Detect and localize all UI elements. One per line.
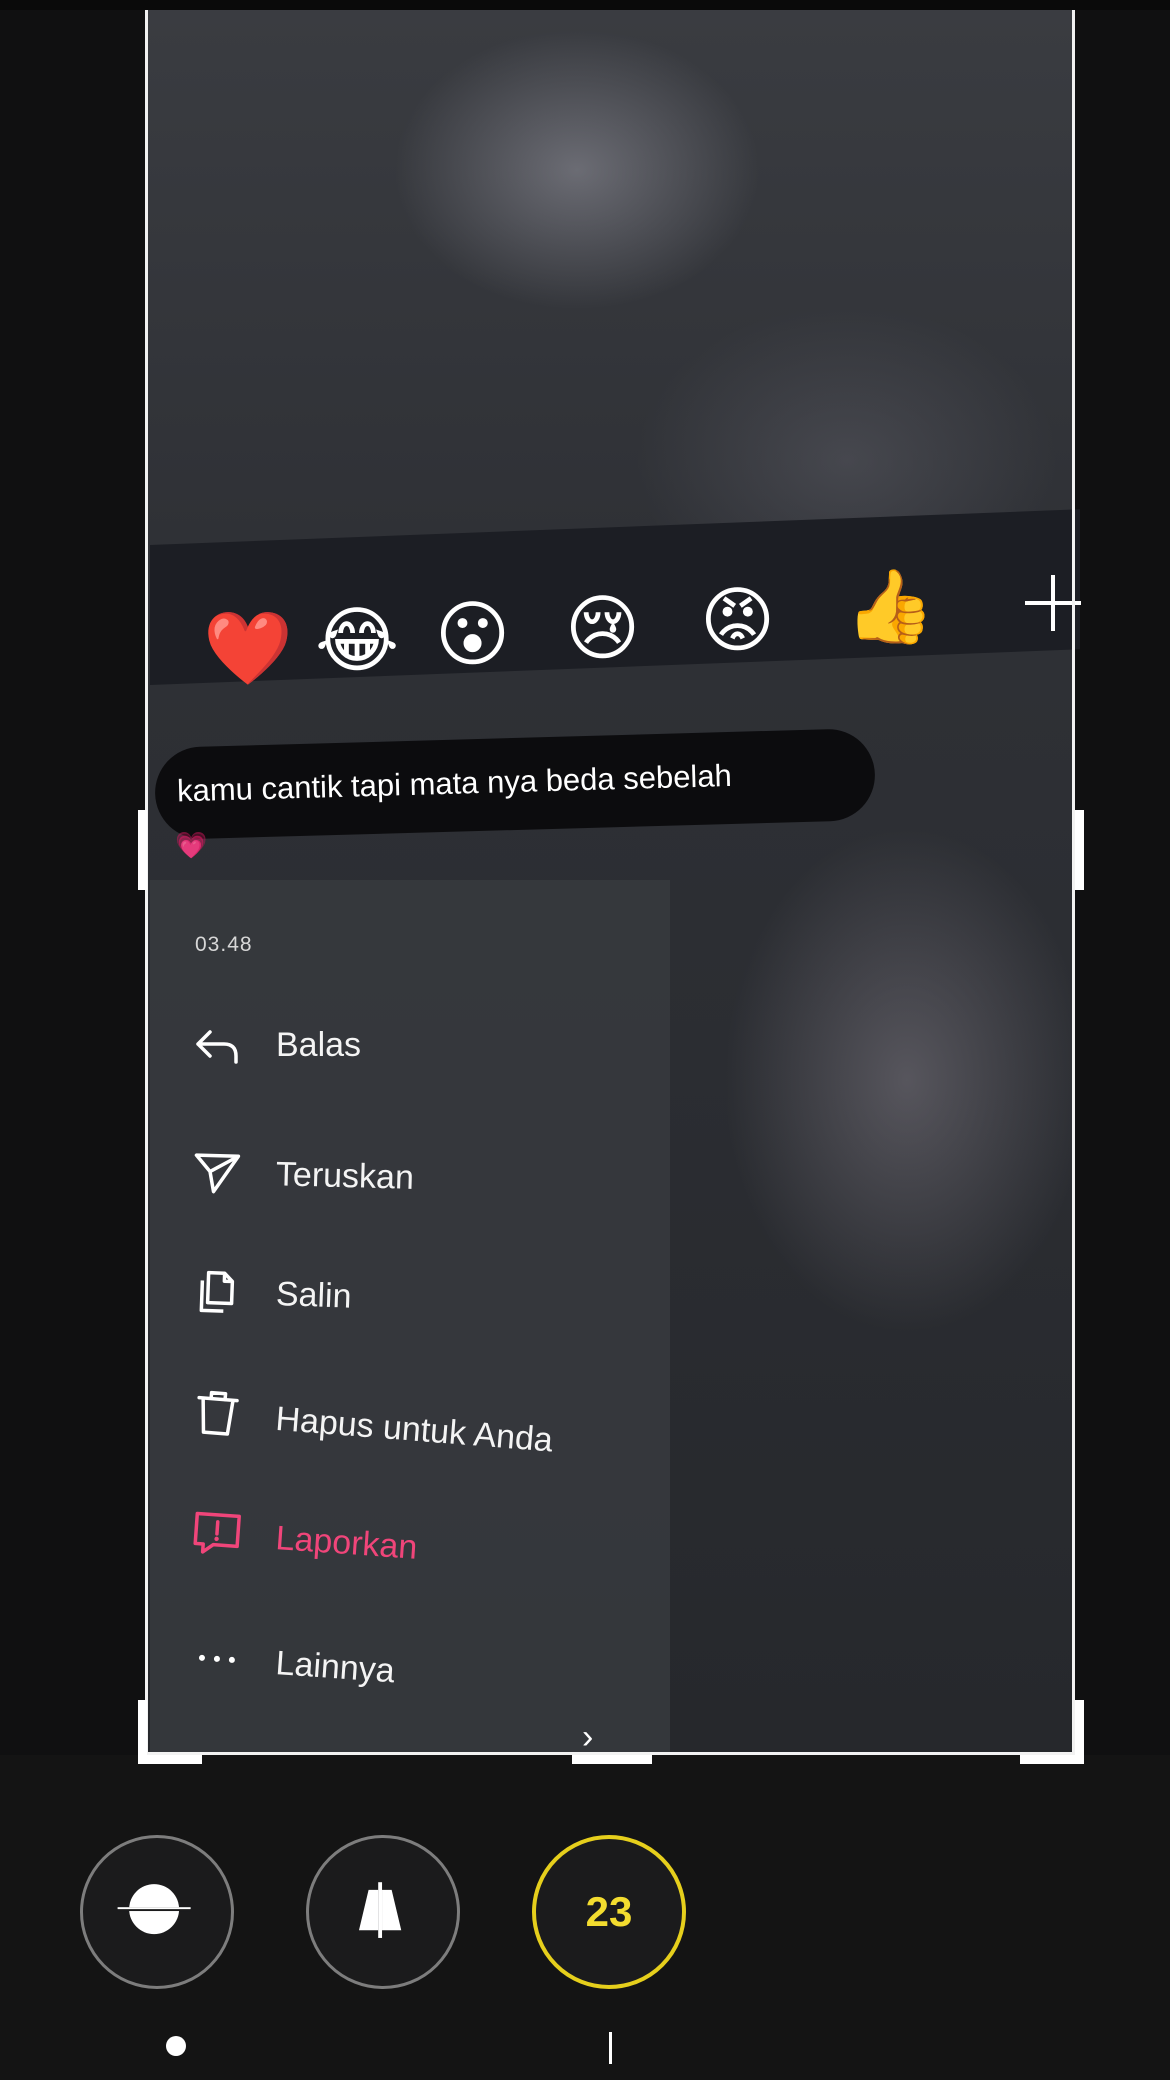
crop-handle-bottom[interactable] xyxy=(572,1755,652,1764)
menu-item-forward[interactable]: Teruskan xyxy=(189,1145,414,1205)
more-icon xyxy=(198,1654,235,1663)
menu-item-label: Balas xyxy=(276,1025,362,1064)
perspective-tool-button[interactable] xyxy=(306,1835,460,1989)
plus-icon[interactable] xyxy=(1025,575,1081,631)
top-bar xyxy=(0,0,1170,10)
slider-tick[interactable] xyxy=(609,2032,612,2064)
message-time: 03.48 xyxy=(195,933,253,956)
crop-handle-left[interactable] xyxy=(138,810,147,890)
level-tool-button[interactable] xyxy=(80,1835,234,1989)
crop-corner-bottom-left-h[interactable] xyxy=(138,1755,202,1764)
right-margin xyxy=(1075,10,1170,1755)
menu-item-label: Salin xyxy=(275,1274,353,1316)
report-icon xyxy=(193,1511,241,1554)
perspective-icon xyxy=(358,1882,402,1938)
menu-item-label: Laporkan xyxy=(274,1518,419,1567)
reaction-thumbs-up[interactable]: 👍 xyxy=(845,570,935,642)
chevron-right-icon[interactable]: › xyxy=(582,1718,593,1757)
level-icon xyxy=(117,1884,191,1935)
menu-item-copy[interactable]: Salin xyxy=(189,1264,352,1324)
send-icon xyxy=(194,1153,241,1194)
page-indicator-dot xyxy=(166,2036,186,2056)
reaction-heart[interactable]: ❤️ xyxy=(203,612,293,684)
crop-corner-bottom-right-h[interactable] xyxy=(1020,1755,1084,1764)
left-margin xyxy=(0,10,147,1755)
rotation-counter-button[interactable]: 23 xyxy=(532,1835,686,1989)
message-text: kamu cantik tapi mata nya beda sebelah xyxy=(176,757,733,809)
reply-icon xyxy=(196,1030,238,1064)
menu-item-label: Teruskan xyxy=(275,1154,415,1197)
message-reaction-heart-icon: 💗 xyxy=(175,830,208,860)
menu-item-label: Lainnya xyxy=(274,1643,396,1690)
reaction-wow[interactable]: 😮 xyxy=(435,598,510,670)
reaction-sad[interactable]: 😢 xyxy=(565,592,640,664)
menu-item-reply[interactable]: Balas xyxy=(190,1018,361,1072)
copy-icon xyxy=(199,1270,235,1313)
reaction-angry[interactable]: 😡 xyxy=(700,584,775,656)
reaction-laugh[interactable]: 😂 xyxy=(315,604,399,676)
crop-handle-right[interactable] xyxy=(1075,810,1084,890)
trash-icon xyxy=(197,1390,239,1436)
rotation-count: 23 xyxy=(585,1888,633,1935)
